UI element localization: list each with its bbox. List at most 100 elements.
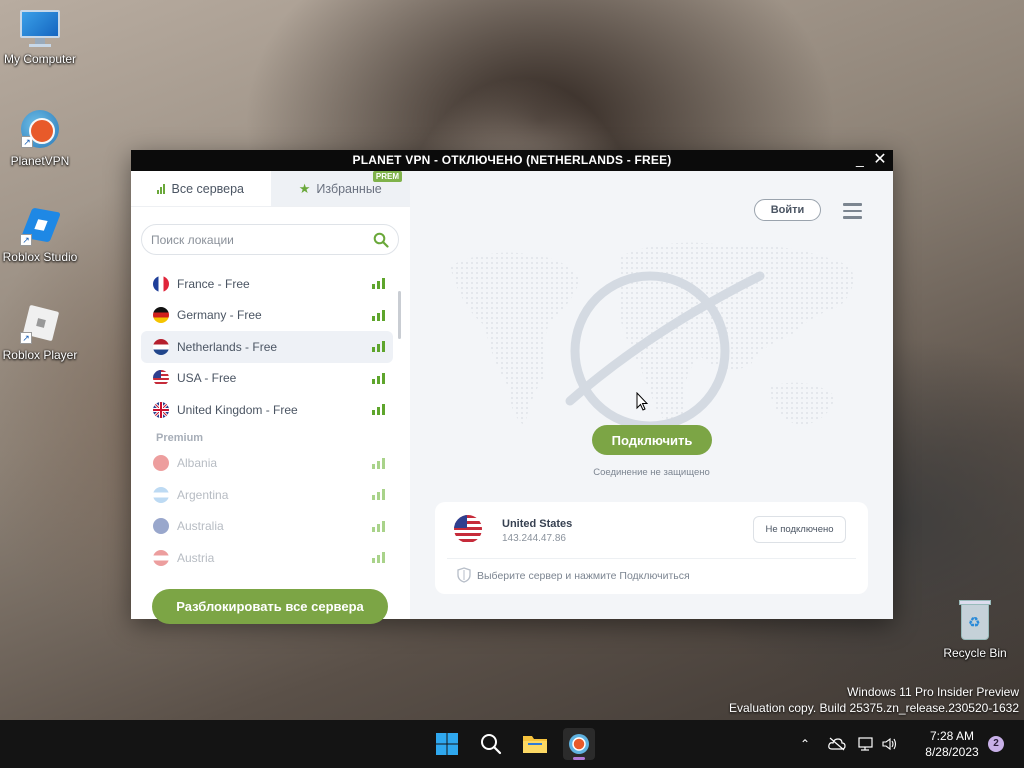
netherlands-flag-icon [153,338,169,355]
desktop-icon-my-computer[interactable]: My Computer [0,10,80,66]
planetvpn-window: PLANET VPN - ОТКЛЮЧЕНО (NETHERLANDS - FR… [131,150,893,624]
window-titlebar[interactable]: PLANET VPN - ОТКЛЮЧЕНО (NETHERLANDS - FR… [131,150,893,171]
connect-button[interactable]: Подключить [592,425,712,455]
network-icon[interactable] [858,737,874,751]
server-item-australia[interactable]: Australia [141,511,393,543]
unlock-all-servers-button[interactable]: Разблокировать все сервера [152,589,388,624]
watermark-line-1: Windows 11 Pro Insider Preview [847,685,1019,699]
window-title: PLANET VPN - ОТКЛЮЧЕНО (NETHERLANDS - FR… [352,153,672,167]
signal-icon [372,489,385,501]
server-tabs: Все сервера ★ Избранные PREM [131,171,410,207]
clock-time: 7:28 AM [929,729,975,743]
desktop-icon-planetvpn[interactable]: ↗ PlanetVPN [0,110,80,168]
server-item-albania[interactable]: Albania [141,448,393,480]
argentina-flag-icon [153,486,169,503]
server-list-scrollbar[interactable] [398,291,401,339]
france-flag-icon [153,275,169,292]
server-item-argentina[interactable]: Argentina [141,479,393,511]
signal-icon [157,183,166,194]
connection-status-note: Соединение не защищено [593,467,710,478]
desktop-icon-roblox-player[interactable]: ↗ Roblox Player [0,304,80,362]
close-button[interactable]: ✕ [871,150,889,171]
server-name: Austria [177,550,215,565]
server-name: Argentina [177,487,229,502]
star-icon: ★ [298,180,311,196]
signal-icon [372,278,385,290]
server-sidebar: Все сервера ★ Избранные PREM France - Fr… [131,171,410,624]
desktop-icon-roblox-studio[interactable]: ↗ Roblox Studio [0,206,80,264]
tab-all-servers[interactable]: Все сервера [131,171,271,206]
system-tray: ⌃ [800,720,898,768]
desktop-icon-label: Roblox Studio [2,250,78,264]
file-explorer-button[interactable] [519,728,551,760]
desktop-icon-label: My Computer [3,52,77,66]
planetvpn-icon: ↗ [21,110,59,148]
cloud-offline-icon[interactable] [828,737,846,751]
premium-badge: PREM [372,171,402,182]
monitor-icon [18,10,62,48]
watermark-line-2: Evaluation copy. Build 25375.zn_release.… [729,700,1019,715]
albania-flag-icon [153,455,169,472]
tab-label: Все сервера [171,181,245,196]
uk-flag-icon [153,401,169,418]
folder-icon [523,736,547,753]
recycle-bin-icon: ♻ [957,598,993,642]
volume-icon[interactable] [882,737,898,751]
clock-date: 8/28/2023 [925,745,979,759]
planetvpn-taskbar-button[interactable] [563,728,595,760]
windows-logo-icon [436,733,458,755]
desktop-icon-recycle-bin[interactable]: ♻ Recycle Bin [935,598,1015,660]
usa-flag-icon [153,370,169,387]
search-taskbar-button[interactable] [475,728,507,760]
server-name: USA - Free [177,371,237,386]
server-name: Albania [177,456,218,471]
tab-favorites[interactable]: ★ Избранные PREM [270,171,410,206]
minimize-button[interactable]: _ [851,150,869,171]
notification-badge[interactable]: 2 [988,736,1004,752]
search-input[interactable] [151,225,366,254]
signal-icon [372,520,385,532]
desktop-icon-label: PlanetVPN [10,154,70,168]
premium-heading: Premium [156,431,204,444]
server-list: France - Free Germany - Free Netherlands… [141,268,393,578]
main-panel: Войти Подключить Соединение не защищено … [410,171,893,619]
usa-flag-icon [454,515,482,543]
ip-address: 143.244.47.86 [502,533,566,544]
signal-icon [372,372,385,384]
server-item-austria[interactable]: Austria [141,542,393,574]
login-button[interactable]: Войти [754,199,821,221]
server-item-uk[interactable]: United Kingdom - Free [141,394,393,426]
signal-icon [372,341,385,353]
austria-flag-icon [153,549,169,566]
search-box [141,224,399,255]
server-item-netherlands[interactable]: Netherlands - Free [141,331,393,363]
taskbar-clock[interactable]: 7:28 AM 8/28/2023 [918,728,986,760]
server-name: Netherlands - Free [177,339,278,354]
search-icon[interactable] [373,232,389,248]
planetvpn-icon [569,734,589,754]
current-country: United States [502,518,573,530]
server-item-germany[interactable]: Germany - Free [141,300,393,332]
roblox-player-icon: ↗ [20,304,60,344]
server-item-france[interactable]: France - Free [141,268,393,300]
desktop-icon-label: Roblox Player [2,348,78,362]
shield-icon [457,567,471,583]
windows-watermark: Windows 11 Pro Insider Preview Evaluatio… [729,685,1019,716]
signal-icon [372,457,385,469]
signal-icon [372,404,385,416]
roblox-studio-icon: ↗ [20,206,61,246]
hamburger-menu-icon[interactable] [843,203,862,219]
germany-flag-icon [153,307,169,324]
card-divider [447,558,856,559]
server-name: Germany - Free [177,308,262,323]
mouse-cursor-icon [636,392,648,411]
server-name: France - Free [177,276,250,291]
start-button[interactable] [431,728,463,760]
server-name: Australia [177,519,224,534]
taskbar: ⌃ 7:28 AM 8/28/2023 [0,720,1024,768]
connection-state-button[interactable]: Не подключено [753,516,846,543]
server-item-usa[interactable]: USA - Free [141,363,393,395]
connect-hint: Выберите сервер и нажмите Подключиться [477,570,690,582]
server-name: United Kingdom - Free [177,402,298,417]
chevron-up-icon[interactable]: ⌃ [800,737,810,751]
